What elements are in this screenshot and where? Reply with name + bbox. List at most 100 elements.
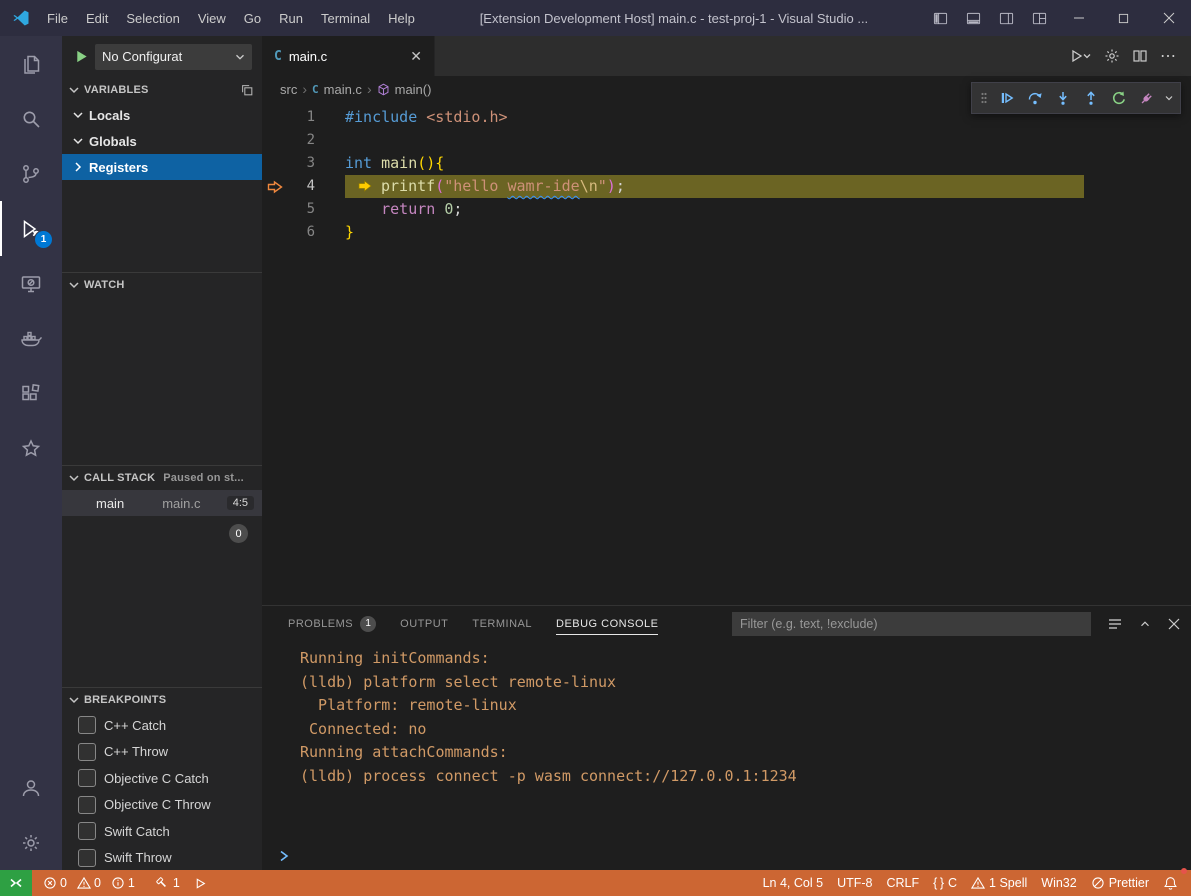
breakpoint-item[interactable]: Swift Catch xyxy=(62,818,262,845)
debug-pointer-icon xyxy=(262,179,288,195)
disconnect-button[interactable] xyxy=(1134,85,1160,111)
panel-tab-output[interactable]: OUTPUT xyxy=(400,606,448,641)
breakpoints-header[interactable]: BREAKPOINTS xyxy=(62,688,262,712)
breakpoint-item[interactable]: Objective C Catch xyxy=(62,765,262,792)
filter-lines-icon[interactable] xyxy=(1107,616,1123,632)
code-text[interactable]: return 0; xyxy=(345,198,462,221)
sidebar-item-account[interactable] xyxy=(0,760,62,815)
toggle-panel-icon[interactable] xyxy=(957,0,990,36)
breadcrumb-file[interactable]: main.c xyxy=(324,82,362,97)
code-text[interactable]: int main(){ xyxy=(345,152,444,175)
watch-header[interactable]: WATCH xyxy=(62,273,262,297)
sidebar-item-docker[interactable] xyxy=(0,311,62,366)
breakpoint-item[interactable]: Swift Throw xyxy=(62,845,262,871)
variables-header[interactable]: VARIABLES xyxy=(62,78,262,102)
menu-file[interactable]: File xyxy=(38,0,77,36)
continue-button[interactable] xyxy=(994,85,1020,111)
sidebar-item-explorer[interactable] xyxy=(0,36,62,91)
console-input-chevron-icon[interactable] xyxy=(278,849,290,863)
code-text[interactable]: printf("hello wamr-ide\n"); xyxy=(345,175,1084,198)
sidebar-item-favorites[interactable] xyxy=(0,421,62,476)
step-over-button[interactable] xyxy=(1022,85,1048,111)
status-spell[interactable]: 1 Spell xyxy=(964,870,1034,896)
breakpoint-item[interactable]: C++ Catch xyxy=(62,712,262,739)
checkbox[interactable] xyxy=(78,849,96,867)
status-encoding[interactable]: UTF-8 xyxy=(830,870,879,896)
menu-selection[interactable]: Selection xyxy=(117,0,188,36)
run-file-button[interactable] xyxy=(1070,48,1092,64)
step-out-button[interactable] xyxy=(1078,85,1104,111)
breakpoint-item[interactable]: C++ Throw xyxy=(62,739,262,766)
drag-handle-icon[interactable] xyxy=(976,85,992,111)
stack-frame-row[interactable]: main main.c 4:5 xyxy=(62,490,262,516)
sidebar-item-settings[interactable] xyxy=(0,815,62,870)
menu-terminal[interactable]: Terminal xyxy=(312,0,379,36)
status-language[interactable]: { } C xyxy=(926,870,964,896)
variables-item-globals[interactable]: Globals xyxy=(62,128,262,154)
call-stack-header[interactable]: CALL STACK Paused on st... xyxy=(62,466,262,490)
bottom-panel: PROBLEMS1OUTPUTTERMINALDEBUG CONSOLE Run… xyxy=(262,605,1191,871)
menu-run[interactable]: Run xyxy=(270,0,312,36)
breadcrumb-symbol[interactable]: main() xyxy=(395,82,432,97)
sidebar-item-extensions[interactable] xyxy=(0,366,62,421)
collapse-all-icon[interactable] xyxy=(240,83,254,97)
checkbox[interactable] xyxy=(78,796,96,814)
status-platform[interactable]: Win32 xyxy=(1034,870,1083,896)
code-text[interactable]: } xyxy=(345,221,354,244)
checkbox[interactable] xyxy=(78,769,96,787)
menu-help[interactable]: Help xyxy=(379,0,424,36)
checkbox[interactable] xyxy=(78,743,96,761)
split-editor-icon[interactable] xyxy=(1132,48,1148,64)
status-eol[interactable]: CRLF xyxy=(879,870,926,896)
minimize-button[interactable] xyxy=(1056,0,1101,36)
breakpoints-title: BREAKPOINTS xyxy=(84,694,166,706)
toggle-sidebar-icon[interactable] xyxy=(924,0,957,36)
close-panel-icon[interactable] xyxy=(1167,617,1181,631)
variables-item-registers[interactable]: Registers xyxy=(62,154,262,180)
start-debug-icon[interactable] xyxy=(74,49,89,64)
sidebar-item-source-control[interactable] xyxy=(0,146,62,201)
checkbox[interactable] xyxy=(78,822,96,840)
panel-tab-terminal[interactable]: TERMINAL xyxy=(472,606,532,641)
panel-tab-problems[interactable]: PROBLEMS1 xyxy=(288,606,376,641)
tools-status[interactable]: 1 xyxy=(148,870,187,896)
variables-item-locals[interactable]: Locals xyxy=(62,102,262,128)
chevron-up-icon[interactable] xyxy=(1138,617,1152,631)
sidebar-item-run-and-debug[interactable]: 1 xyxy=(0,201,62,256)
menu-go[interactable]: Go xyxy=(235,0,270,36)
chevron-icon xyxy=(70,133,86,149)
tab-main-c[interactable]: C main.c ✕ xyxy=(262,36,435,76)
breakpoint-item[interactable]: Objective C Throw xyxy=(62,792,262,819)
launch-config-row: No Configurat xyxy=(62,36,262,77)
more-actions-icon[interactable]: ⋯ xyxy=(1160,46,1177,66)
settings-gear-icon[interactable] xyxy=(1104,48,1120,64)
chevron-down-icon[interactable] xyxy=(1162,85,1176,111)
toggle-secondary-sidebar-icon[interactable] xyxy=(990,0,1023,36)
console-filter-input[interactable] xyxy=(732,612,1091,636)
code-text[interactable]: #include <stdio.h> xyxy=(345,106,508,129)
status-formatter[interactable]: Prettier xyxy=(1084,870,1156,896)
checkbox[interactable] xyxy=(78,716,96,734)
code-token: } xyxy=(345,223,354,241)
restart-button[interactable] xyxy=(1106,85,1132,111)
status-line-col[interactable]: Ln 4, Col 5 xyxy=(756,870,830,896)
sidebar-item-remote-explorer[interactable] xyxy=(0,256,62,311)
remote-indicator[interactable] xyxy=(0,870,32,896)
notifications-bell[interactable] xyxy=(1156,870,1185,896)
panel-tab-debug-console[interactable]: DEBUG CONSOLE xyxy=(556,606,658,641)
code-editor[interactable]: 1#include <stdio.h>23int main(){4printf(… xyxy=(262,102,1191,244)
menu-edit[interactable]: Edit xyxy=(77,0,117,36)
maximize-button[interactable] xyxy=(1101,0,1146,36)
breadcrumb-folder[interactable]: src xyxy=(280,82,297,97)
sidebar-item-search[interactable] xyxy=(0,91,62,146)
call-stack-section: CALL STACK Paused on st... main main.c 4… xyxy=(62,465,262,516)
problems-status[interactable]: 0 0 1 xyxy=(36,870,148,896)
close-tab-icon[interactable]: ✕ xyxy=(410,49,422,63)
close-button[interactable] xyxy=(1146,0,1191,36)
menu-view[interactable]: View xyxy=(189,0,235,36)
step-into-button[interactable] xyxy=(1050,85,1076,111)
launch-config-dropdown[interactable]: No Configurat xyxy=(95,44,252,70)
customize-layout-icon[interactable] xyxy=(1023,0,1056,36)
breakpoint-label: Swift Catch xyxy=(104,824,170,839)
debug-status[interactable] xyxy=(187,870,214,896)
